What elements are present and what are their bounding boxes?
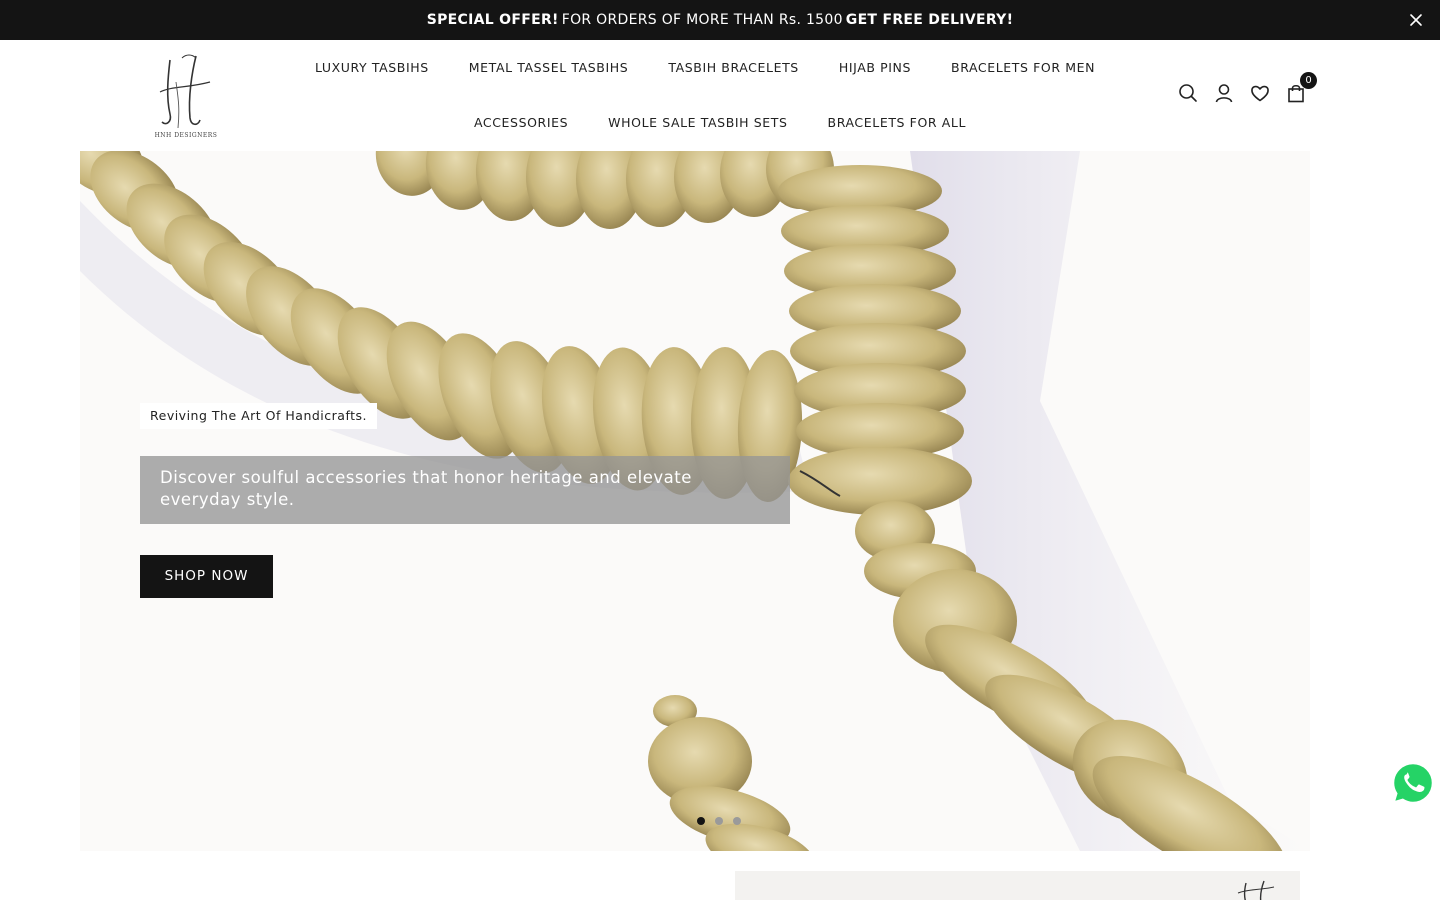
cart-count-badge: 0 — [1300, 72, 1317, 89]
hero-slideshow: Reviving The Art Of Handicrafts. Discove… — [80, 151, 1310, 851]
header-actions: 0 — [1177, 72, 1317, 104]
nav-item-accessories[interactable]: ACCESSORIES — [454, 115, 588, 131]
slide-pagination — [697, 817, 741, 825]
main-nav-row-1: LUXURY TASBIHS METAL TASSEL TASBIHS TASB… — [0, 60, 1440, 76]
slide-dot-3[interactable] — [733, 817, 741, 825]
hero-description: Discover soulful accessories that honor … — [140, 456, 790, 524]
nav-item-hijab-pins[interactable]: HIJAB PINS — [819, 60, 931, 76]
shop-now-button[interactable]: SHOP NOW — [140, 555, 273, 598]
bag-icon[interactable]: 0 — [1285, 72, 1317, 104]
announcement-bar: SPECIAL OFFER! FOR ORDERS OF MORE THAN R… — [0, 0, 1440, 40]
logo-monogram-icon — [1237, 880, 1275, 900]
nav-item-metal-tassel-tasbihs[interactable]: METAL TASSEL TASBIHS — [449, 60, 649, 76]
close-icon[interactable] — [1408, 12, 1424, 28]
whatsapp-icon[interactable] — [1390, 760, 1436, 806]
site-header: HNH DESIGNERS LUXURY TASBIHS METAL TASSE… — [0, 40, 1440, 151]
hero-tagline: Reviving The Art Of Handicrafts. — [140, 403, 378, 429]
main-nav-row-2: ACCESSORIES WHOLE SALE TASBIH SETS BRACE… — [0, 115, 1440, 131]
slide-dot-1[interactable] — [697, 817, 705, 825]
announcement-highlight-delivery: GET FREE DELIVERY! — [845, 12, 1014, 28]
slide-dot-2[interactable] — [715, 817, 723, 825]
announcement-highlight-offer: SPECIAL OFFER! — [426, 12, 559, 28]
nav-item-bracelets-for-all[interactable]: BRACELETS FOR ALL — [808, 115, 986, 131]
announcement-text: FOR ORDERS OF MORE THAN Rs. 1500 — [561, 12, 843, 28]
nav-item-bracelets-for-men[interactable]: BRACELETS FOR MEN — [931, 60, 1115, 76]
user-icon[interactable] — [1213, 82, 1235, 104]
nav-item-tasbih-bracelets[interactable]: TASBIH BRACELETS — [648, 60, 819, 76]
featured-banner-preview — [735, 871, 1300, 900]
heart-icon[interactable] — [1249, 82, 1271, 104]
logo-caption: HNH DESIGNERS — [154, 132, 218, 139]
nav-item-whole-sale-tasbih-sets[interactable]: WHOLE SALE TASBIH SETS — [588, 115, 807, 131]
search-icon[interactable] — [1177, 82, 1199, 104]
nav-item-luxury-tasbihs[interactable]: LUXURY TASBIHS — [295, 60, 449, 76]
